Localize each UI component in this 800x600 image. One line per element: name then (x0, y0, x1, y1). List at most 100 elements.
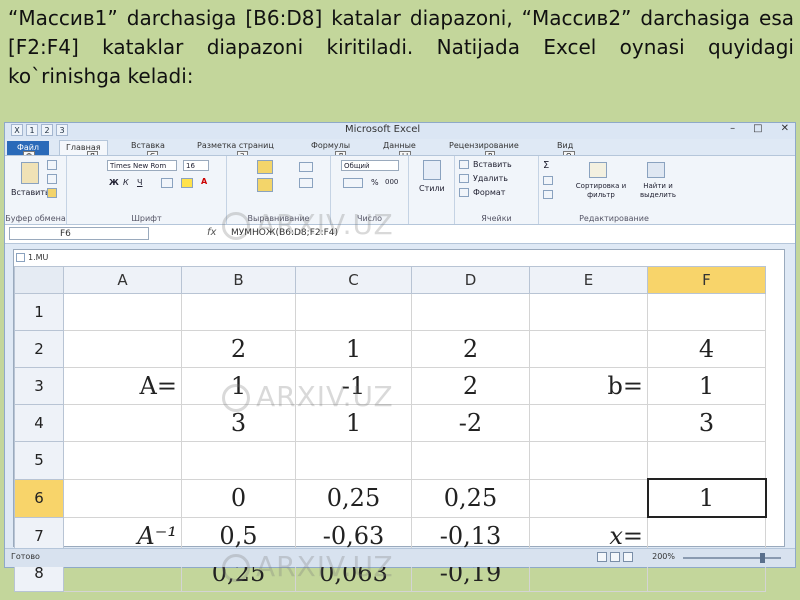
column-header-b[interactable]: B (181, 266, 296, 294)
find-select-button[interactable]: Найти и выделить (633, 182, 683, 200)
qat-keytip-3[interactable]: 3 (56, 124, 68, 136)
cell-f1[interactable] (647, 293, 766, 331)
column-header-e[interactable]: E (529, 266, 648, 294)
find-select-icon[interactable] (647, 162, 665, 178)
bold-button[interactable]: Ж (109, 178, 119, 187)
tab-view[interactable]: Вид (557, 141, 573, 150)
merge-icon[interactable] (299, 178, 313, 188)
font-size-select[interactable]: 16 (183, 160, 209, 171)
sort-filter-icon[interactable] (589, 162, 607, 178)
styles-icon[interactable] (423, 160, 441, 180)
page-layout-view-button[interactable] (610, 552, 620, 562)
row-header[interactable]: 5 (14, 441, 64, 480)
maximize-button[interactable]: □ (753, 123, 762, 134)
align-middle-icon[interactable] (257, 178, 273, 192)
cell-f5[interactable] (647, 441, 766, 480)
borders-icon[interactable] (161, 178, 173, 188)
tab-insert[interactable]: Вставка (131, 141, 165, 150)
cell-d5[interactable] (411, 441, 530, 480)
format-cells-button[interactable]: Формат (473, 188, 505, 197)
select-all-corner[interactable] (14, 266, 64, 294)
name-box[interactable]: F6 (9, 227, 149, 240)
cell-f3[interactable]: 1 (647, 367, 766, 405)
cell-f6-selected[interactable]: 1 (646, 478, 767, 518)
cell-c2[interactable]: 1 (295, 330, 412, 368)
tab-page-layout[interactable]: Разметка страниц (197, 141, 274, 150)
cell-b2[interactable]: 2 (181, 330, 296, 368)
align-top-icon[interactable] (257, 160, 273, 174)
fill-icon[interactable] (543, 176, 553, 185)
cell-d6[interactable]: 0,25 (411, 478, 530, 518)
cell-d1[interactable] (411, 293, 530, 331)
cell-b1[interactable] (181, 293, 296, 331)
cell-e3[interactable]: b= (529, 367, 648, 405)
zoom-slider-track[interactable] (683, 557, 781, 559)
fill-color-icon[interactable] (181, 178, 193, 188)
format-painter-icon[interactable] (47, 188, 57, 198)
fx-icon[interactable]: fx (207, 227, 216, 238)
copy-icon[interactable] (47, 174, 57, 184)
font-name-select[interactable]: Times New Rom (107, 160, 177, 171)
tab-formulas[interactable]: Формулы (311, 141, 350, 150)
close-button[interactable]: ✕ (781, 123, 789, 134)
cell-a5[interactable] (63, 441, 182, 480)
italic-button[interactable]: К (123, 178, 129, 187)
tab-home[interactable]: Главная (59, 140, 108, 155)
cell-c1[interactable] (295, 293, 412, 331)
cell-d3[interactable]: 2 (411, 367, 530, 405)
cell-e1[interactable] (529, 293, 648, 331)
cell-a6[interactable] (63, 478, 182, 518)
sort-filter-button[interactable]: Сортировка и фильтр (571, 182, 631, 200)
column-header-c[interactable]: C (295, 266, 412, 294)
qat-keytip-2[interactable]: 2 (41, 124, 53, 136)
cell-a2[interactable] (63, 330, 182, 368)
row-header[interactable]: 3 (14, 367, 64, 405)
zoom-level[interactable]: 200% (652, 552, 675, 561)
cell-f2[interactable]: 4 (647, 330, 766, 368)
minimize-button[interactable]: – (730, 123, 735, 134)
currency-icon[interactable] (343, 178, 363, 188)
cell-e6[interactable] (529, 478, 648, 518)
cell-e4[interactable] (529, 404, 648, 442)
paste-button[interactable]: Вставить (11, 188, 50, 197)
qat-keytip-1[interactable]: 1 (26, 124, 38, 136)
cut-icon[interactable] (47, 160, 57, 170)
column-header-f[interactable]: F (647, 266, 766, 294)
number-format-select[interactable]: Общий (341, 160, 399, 171)
column-header-a[interactable]: A (63, 266, 182, 294)
excel-logo-icon[interactable]: X (11, 124, 23, 136)
row-header[interactable]: 2 (14, 330, 64, 368)
row-header[interactable]: 6 (14, 478, 64, 518)
cell-e5[interactable] (529, 441, 648, 480)
underline-button[interactable]: Ч (137, 178, 142, 187)
tab-data[interactable]: Данные (383, 141, 416, 150)
cell-a3[interactable]: A= (63, 367, 182, 405)
cell-b5[interactable] (181, 441, 296, 480)
paste-icon[interactable] (21, 162, 39, 184)
font-color-button[interactable]: A (201, 177, 207, 186)
cell-c6[interactable]: 0,25 (295, 478, 412, 518)
zoom-slider-thumb[interactable] (760, 553, 765, 563)
cell-c5[interactable] (295, 441, 412, 480)
normal-view-button[interactable] (597, 552, 607, 562)
wrap-text-icon[interactable] (299, 162, 313, 172)
cell-d4[interactable]: -2 (411, 404, 530, 442)
column-header-d[interactable]: D (411, 266, 530, 294)
row-header[interactable]: 1 (14, 293, 64, 331)
cell-f4[interactable]: 3 (647, 404, 766, 442)
insert-cells-button[interactable]: Вставить (473, 160, 512, 169)
autosum-button[interactable]: Σ (543, 160, 549, 171)
thousands-button[interactable]: 000 (385, 178, 398, 186)
tab-review[interactable]: Рецензирование (449, 141, 519, 150)
cell-e2[interactable] (529, 330, 648, 368)
styles-button[interactable]: Стили (419, 184, 445, 193)
cell-b6[interactable]: 0 (181, 478, 296, 518)
cell-d2[interactable]: 2 (411, 330, 530, 368)
percent-button[interactable]: % (371, 178, 379, 187)
delete-cells-button[interactable]: Удалить (473, 174, 508, 183)
cell-a4[interactable] (63, 404, 182, 442)
cell-a1[interactable] (63, 293, 182, 331)
row-header[interactable]: 4 (14, 404, 64, 442)
clear-icon[interactable] (543, 190, 553, 199)
page-break-view-button[interactable] (623, 552, 633, 562)
